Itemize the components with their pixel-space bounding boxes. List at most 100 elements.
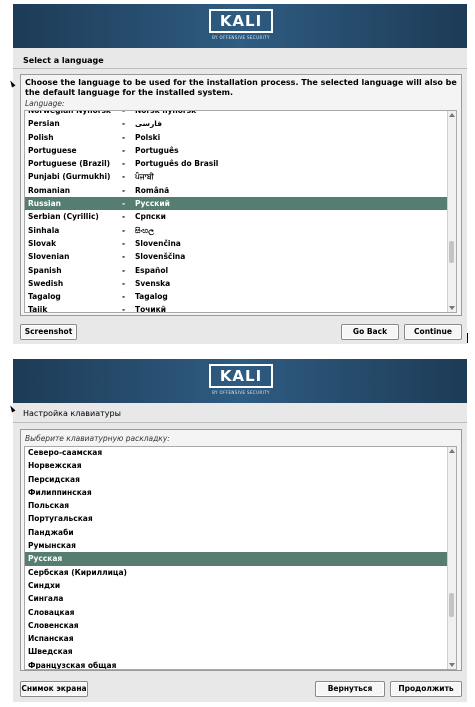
scroll-down-icon[interactable]	[449, 306, 455, 310]
list-item[interactable]: Portuguese - Português	[25, 144, 447, 157]
list-item[interactable]: Persian - فارسی	[25, 117, 447, 130]
layout-name: Португальская	[28, 514, 93, 524]
native-name: Português	[135, 145, 179, 155]
list-item[interactable]: Punjabi (Gurmukhi) - ਪੰਜਾਬੀ	[25, 170, 447, 183]
native-name: Română	[135, 185, 170, 195]
list-item[interactable]: Tagalog - Tagalog	[25, 290, 447, 303]
language-name: Russian	[28, 199, 62, 209]
language-name: Persian	[28, 119, 60, 129]
language-name: Portuguese (Brazil)	[28, 159, 111, 169]
language-name: Norwegian Nynorsk	[28, 110, 111, 115]
continue-button[interactable]: Продолжить	[390, 681, 462, 697]
separator: -	[122, 172, 126, 182]
scroll-down-icon[interactable]	[449, 663, 455, 667]
list-item[interactable]: Swedish - Svenska	[25, 277, 447, 290]
list-item[interactable]: Панджаби	[25, 526, 447, 539]
language-name: Sinhala	[28, 225, 60, 235]
separator: -	[122, 238, 126, 248]
screenshot-button[interactable]: Снимок экрана	[20, 681, 88, 697]
list-item[interactable]: Словацкая	[25, 606, 447, 619]
native-name: Точикӣ	[135, 305, 167, 313]
list-item[interactable]: Французская общая	[25, 659, 447, 670]
list-item[interactable]: Slovenian - Slovenščina	[25, 250, 447, 263]
language-list[interactable]: Norwegian Nynorsk - Norsk nynorsk Persian - ف…	[24, 110, 457, 313]
language-name: Punjabi (Gurmukhi)	[28, 172, 111, 182]
language-name: Slovenian	[28, 252, 70, 262]
native-name: ਪੰਜਾਬੀ	[135, 172, 154, 182]
list-item[interactable]: Персидская	[25, 473, 447, 486]
separator: -	[122, 132, 126, 142]
screenshot-button[interactable]: Screenshot	[20, 324, 77, 340]
scroll-thumb[interactable]	[449, 593, 454, 617]
list-item[interactable]: Portuguese (Brazil) - Português do Brasil	[25, 157, 447, 170]
layout-name: Французская общая	[28, 660, 117, 670]
scroll-up-icon[interactable]	[449, 113, 455, 117]
list-item[interactable]: Северо-саамская	[25, 447, 447, 459]
page-title: Настройка клавиатуры	[23, 409, 121, 418]
native-name: Slovenščina	[135, 252, 186, 262]
native-name: Slovenčina	[135, 238, 181, 248]
field-label: Language:	[25, 99, 65, 108]
field-label: Выберите клавиатурную раскладку:	[25, 434, 170, 443]
kali-logo: KALI BY OFFENSIVE SECURITY	[209, 364, 273, 398]
list-item[interactable]: Норвежская	[25, 459, 447, 472]
keyboard-layout-list[interactable]: Северо-саамская Норвежская Персидская Филип…	[24, 446, 457, 670]
layout-name: Сингала	[28, 594, 64, 604]
native-name: සිංහල	[135, 225, 154, 235]
native-name: Português do Brasil	[135, 159, 219, 169]
description: Choose the language to be used for the i…	[25, 78, 457, 97]
separator: -	[122, 185, 126, 195]
list-item[interactable]: Russian - Русский	[25, 197, 447, 211]
list-item[interactable]: Tajik - Точикӣ	[25, 303, 447, 313]
scrollbar[interactable]	[447, 447, 456, 669]
go-back-button[interactable]: Вернуться	[315, 681, 385, 697]
separator: -	[122, 119, 126, 129]
layout-name: Северо-саамская	[28, 448, 103, 457]
list-item[interactable]: Шведская	[25, 645, 447, 658]
logo-text: KALI	[209, 9, 273, 33]
list-item[interactable]: Norwegian Nynorsk - Norsk nynorsk	[25, 110, 447, 117]
list-item[interactable]: Филиппинская	[25, 486, 447, 499]
go-back-button[interactable]: Go Back	[341, 324, 399, 340]
language-name: Tajik	[28, 305, 48, 313]
list-item[interactable]: Румынская	[25, 539, 447, 552]
list-item[interactable]: Русская	[25, 552, 447, 566]
scroll-up-icon[interactable]	[449, 449, 455, 453]
list-item[interactable]: Испанская	[25, 632, 447, 645]
list-item[interactable]: Сербская (Кириллица)	[25, 566, 447, 579]
separator: -	[122, 199, 126, 209]
language-name: Polish	[28, 132, 54, 142]
separator: -	[122, 110, 126, 115]
layout-name: Польская	[28, 501, 70, 511]
list-item[interactable]: Португальская	[25, 512, 447, 525]
list-item[interactable]: Polish - Polski	[25, 131, 447, 144]
list-item[interactable]: Синдхи	[25, 579, 447, 592]
continue-button[interactable]: Continue	[404, 324, 462, 340]
keyboard-dialog: KALI BY OFFENSIVE SECURITY Настройка кла…	[13, 359, 467, 702]
separator: -	[122, 265, 126, 275]
list-item[interactable]: Польская	[25, 499, 447, 512]
list-item[interactable]: Romanian - Română	[25, 184, 447, 197]
logo-subtext: BY OFFENSIVE SECURITY	[212, 390, 270, 395]
scrollbar[interactable]	[447, 111, 456, 312]
list-item[interactable]: Сингала	[25, 592, 447, 605]
kali-logo: KALI BY OFFENSIVE SECURITY	[209, 9, 273, 43]
native-name: Српски	[135, 212, 166, 222]
separator: -	[122, 252, 126, 262]
layout-name: Филиппинская	[28, 487, 92, 497]
list-item[interactable]: Словенская	[25, 619, 447, 632]
native-name: Norsk nynorsk	[135, 110, 197, 115]
scroll-thumb[interactable]	[449, 241, 454, 263]
list-item[interactable]: Spanish - Español	[25, 264, 447, 277]
list-item[interactable]: Sinhala - සිංහල	[25, 224, 447, 237]
list-item[interactable]: Slovak - Slovenčina	[25, 237, 447, 250]
list-item[interactable]: Serbian (Cyrillic) - Српски	[25, 210, 447, 223]
language-dialog: KALI BY OFFENSIVE SECURITY Select a lang…	[13, 4, 467, 344]
language-name: Swedish	[28, 278, 64, 288]
keyboard-frame: Выберите клавиатурную раскладку: Северо-…	[20, 429, 462, 671]
layout-name: Синдхи	[28, 580, 61, 590]
language-name: Serbian (Cyrillic)	[28, 212, 99, 222]
header-banner: KALI BY OFFENSIVE SECURITY	[13, 4, 467, 48]
language-name: Romanian	[28, 185, 71, 195]
separator: -	[122, 292, 126, 302]
